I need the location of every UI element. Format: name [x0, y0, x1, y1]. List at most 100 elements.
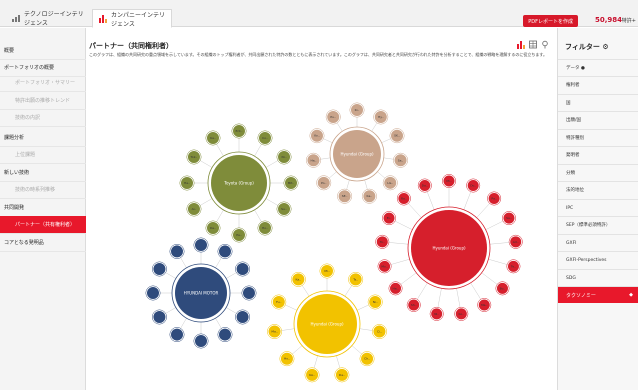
filter-sep[interactable]: SEP（標準必須特許）: [558, 216, 638, 233]
sidebar-item-core-inventions[interactable]: コアとなる発明品: [0, 234, 86, 252]
partner-node[interactable]: [151, 261, 167, 277]
partner-node[interactable]: SK..: [389, 128, 405, 144]
filter-patent-type[interactable]: 特許種別: [558, 129, 638, 146]
partner-node[interactable]: KA..: [304, 367, 320, 383]
partner-node[interactable]: Tok..: [186, 149, 202, 165]
partner-node[interactable]: [235, 309, 251, 325]
partner-node[interactable]: Da..: [334, 367, 350, 383]
partner-node[interactable]: De..: [205, 220, 221, 236]
partner-node-label: Ent..: [236, 129, 243, 133]
partner-node[interactable]: [193, 333, 209, 349]
cluster[interactable]: HYUNDAI MOTOR: [145, 237, 257, 349]
tab-technology-intelligence[interactable]: テクノロジーインテリジェンス: [6, 9, 92, 27]
sidebar-item-issue-analysis[interactable]: 課題分析: [0, 129, 86, 147]
partner-node[interactable]: [241, 285, 257, 301]
partner-node[interactable]: Ha..: [305, 152, 321, 168]
filter-gxfi-perspectives[interactable]: GXFI-Perspectives: [558, 251, 638, 268]
sidebar-item-filing-trend[interactable]: 特許出願の推移トレンド: [0, 92, 86, 110]
filter-assignee[interactable]: 権利者: [558, 76, 638, 93]
partner-node[interactable]: Fu..: [271, 294, 287, 310]
filter-data[interactable]: データ ●: [558, 59, 638, 76]
partner-node[interactable]: Ko..: [309, 128, 325, 144]
partner-node[interactable]: Ai..: [186, 201, 202, 217]
partner-node[interactable]: [217, 327, 233, 343]
partner-node[interactable]: Ci..: [372, 324, 387, 339]
partner-node[interactable]: Po..: [316, 175, 332, 191]
cluster[interactable]: Mi.. Do.. Pa.. Sa.. Ad.. Te.. Bo.. Ma.. Ko.. Ni..…: [375, 174, 523, 321]
partner-node[interactable]: Mi..: [319, 263, 335, 279]
partner-node[interactable]: To..: [375, 234, 390, 249]
partner-node[interactable]: [169, 243, 185, 259]
partner-node[interactable]: Ei..: [382, 211, 396, 226]
partner-node[interactable]: Co..: [257, 130, 273, 146]
partner-node[interactable]: Pa..: [487, 191, 502, 206]
cluster[interactable]: Mi.. Ts.. Ni.. Ci.. Ch.. Da.. KA.. Ho.. Ma.. Fu..…: [267, 263, 387, 383]
tab-company-intelligence[interactable]: カンパニーインテリジェンス: [92, 9, 172, 28]
sidebar-item-portfolio-summary[interactable]: ポートフォリオ・サマリー: [0, 74, 86, 92]
partner-node[interactable]: Ho..: [279, 351, 295, 367]
partner-node[interactable]: Mo..: [377, 259, 392, 274]
partner-node[interactable]: Sh..: [406, 298, 421, 312]
partner-node[interactable]: Ent..: [231, 123, 247, 139]
partner-node[interactable]: Ki..: [349, 102, 365, 118]
sidebar-item-overview[interactable]: 概要: [0, 42, 86, 60]
sidebar-item-new-tech[interactable]: 新しい技術: [0, 164, 86, 182]
partner-node[interactable]: Bo..: [495, 281, 510, 296]
partner-node[interactable]: Sa..: [393, 152, 409, 168]
partner-node[interactable]: [169, 327, 185, 343]
filter-inventor[interactable]: 発明者: [558, 146, 638, 163]
partner-node[interactable]: Da..: [417, 178, 432, 193]
partner-node[interactable]: Sa..: [502, 211, 516, 226]
partner-node[interactable]: Ma..: [477, 298, 492, 312]
partner-node[interactable]: [217, 243, 233, 259]
partner-node[interactable]: Ko..: [454, 306, 469, 321]
filter-legal-status[interactable]: 法的地位: [558, 181, 638, 198]
sidebar-item-tech-breakdown[interactable]: 技術の内訳: [0, 109, 86, 127]
partner-node[interactable]: [235, 261, 251, 277]
partner-node[interactable]: Ka..: [290, 271, 306, 287]
sidebar-item-co-development[interactable]: 共同開発: [0, 199, 86, 217]
filter-country[interactable]: 国: [558, 94, 638, 111]
create-pdf-report-button[interactable]: PDFレポートを作成: [523, 15, 578, 27]
partner-node[interactable]: Ts..: [348, 271, 364, 287]
partner-node[interactable]: Pu..: [325, 109, 341, 125]
partner-node[interactable]: SE..: [337, 188, 353, 204]
filter-classification[interactable]: 分類: [558, 164, 638, 181]
partner-node[interactable]: Ni..: [429, 306, 444, 321]
partner-node[interactable]: Ra..: [396, 191, 411, 206]
partner-node[interactable]: Pa..: [231, 227, 247, 243]
partner-node[interactable]: Ni..: [367, 294, 383, 310]
filter-filing-country[interactable]: 出願/国: [558, 111, 638, 128]
partner-node[interactable]: Ha..: [179, 175, 195, 191]
filter-sdg[interactable]: SDG: [558, 269, 638, 286]
partner-node[interactable]: Do..: [466, 178, 481, 193]
partner-node[interactable]: Ad..: [508, 234, 523, 249]
partner-node[interactable]: LG..: [382, 175, 398, 191]
filter-gxfi[interactable]: GXFI: [558, 234, 638, 251]
partner-node[interactable]: [151, 309, 167, 325]
cluster[interactable]: Ki.. Hy.. SK.. Sa.. LG.. Ka.. SE.. Po.. Ha.. Ko..…: [305, 102, 409, 204]
partner-node[interactable]: Mi..: [442, 174, 456, 188]
partner-node-label: Sa..: [506, 216, 512, 220]
filter-settings-icon[interactable]: ⚙: [602, 43, 608, 51]
cluster[interactable]: Ent.. Co.. Ni.. Mit.. Su.. Ho.. Pa.. De.. Ai.. Ha…: [179, 123, 299, 243]
partner-node[interactable]: Ka..: [361, 188, 377, 204]
partner-node[interactable]: Ch..: [359, 351, 375, 367]
partner-node[interactable]: Su..: [276, 201, 292, 217]
partner-node[interactable]: [193, 237, 209, 253]
sidebar-item-top-issues[interactable]: 上位課題: [0, 146, 86, 164]
filter-taxonomy[interactable]: タクソノミー ◆: [558, 286, 638, 303]
sidebar-item-tech-timeline[interactable]: 技術の時系列推移: [0, 181, 86, 199]
partner-node[interactable]: Ha..: [388, 281, 403, 296]
partner-node[interactable]: Hy..: [373, 109, 389, 125]
cluster-center-label: Toyota (Group): [223, 181, 254, 186]
partner-node[interactable]: Ho..: [257, 220, 273, 236]
partner-node[interactable]: Ma..: [267, 324, 282, 339]
partner-node[interactable]: Te..: [506, 259, 521, 274]
partner-node[interactable]: Ni..: [276, 149, 292, 165]
partner-node[interactable]: Ka..: [205, 130, 221, 146]
partner-node[interactable]: [145, 285, 161, 301]
filter-ipc[interactable]: IPC: [558, 199, 638, 216]
partner-node[interactable]: Mit..: [283, 175, 299, 191]
sidebar-item-partners[interactable]: パートナー（共有権利者）: [0, 216, 86, 234]
